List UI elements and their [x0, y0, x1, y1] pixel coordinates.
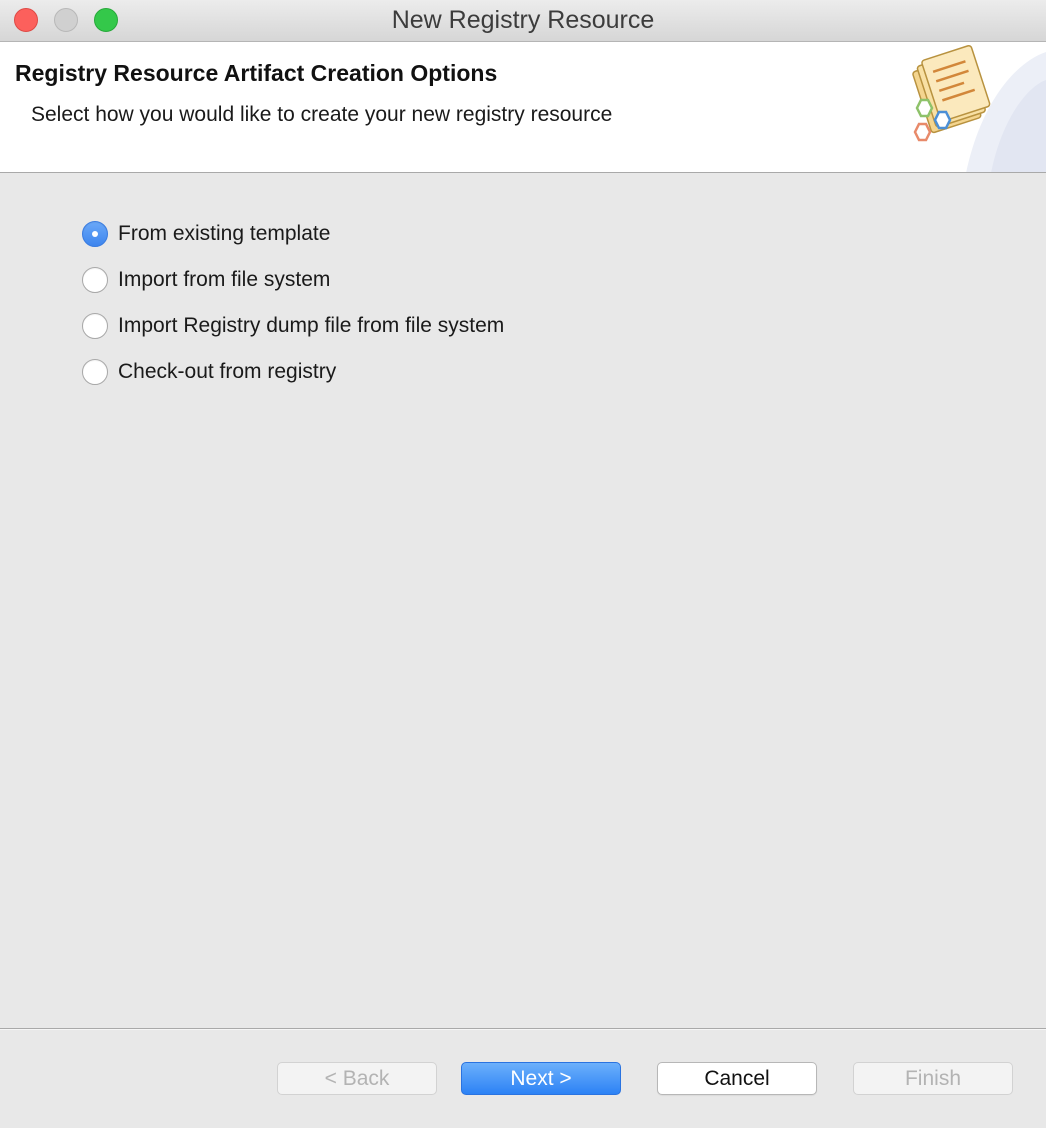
option-label: Import Registry dump file from file syst… — [118, 314, 505, 337]
option-label: From existing template — [118, 222, 331, 245]
option-import-from-file-system[interactable]: Import from file system — [82, 265, 330, 295]
next-button[interactable]: Next > — [461, 1062, 621, 1095]
registry-resource-wizard-icon — [912, 44, 1046, 172]
radio-button[interactable] — [82, 267, 108, 293]
wizard-header: Registry Resource Artifact Creation Opti… — [0, 42, 1046, 173]
back-button[interactable]: < Back — [277, 1062, 437, 1095]
radio-button[interactable] — [82, 359, 108, 385]
title-bar[interactable]: New Registry Resource — [0, 0, 1046, 42]
option-label: Check-out from registry — [118, 360, 337, 383]
option-label: Import from file system — [118, 268, 331, 291]
option-check-out-from-registry[interactable]: Check-out from registry — [82, 357, 336, 387]
radio-button[interactable] — [82, 313, 108, 339]
footer-divider — [0, 1028, 1046, 1030]
finish-button[interactable]: Finish — [853, 1062, 1013, 1095]
page-description: Select how you would like to create your… — [31, 103, 613, 126]
option-import-registry-dump[interactable]: Import Registry dump file from file syst… — [82, 311, 504, 341]
window-title: New Registry Resource — [391, 6, 655, 34]
cancel-button[interactable]: Cancel — [657, 1062, 817, 1095]
radio-button-selected[interactable] — [82, 221, 108, 247]
page-title: Registry Resource Artifact Creation Opti… — [15, 60, 498, 86]
creation-options-panel: From existing template Import from file … — [0, 174, 1046, 1028]
new-registry-resource-dialog: New Registry Resource Registry Resource … — [0, 0, 1046, 1128]
option-from-existing-template[interactable]: From existing template — [82, 219, 330, 249]
